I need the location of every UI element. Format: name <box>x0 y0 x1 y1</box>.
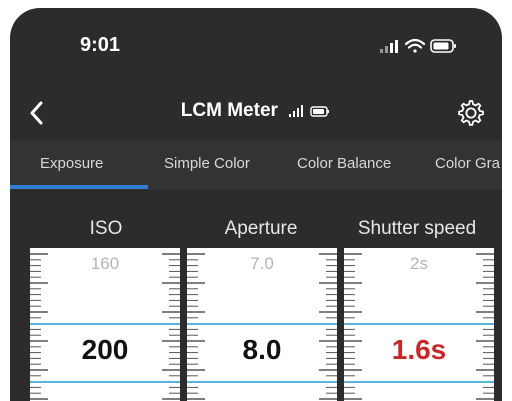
cellular-signal-icon <box>380 40 398 53</box>
selection-line-top <box>344 323 494 325</box>
shutter-speed-label: Shutter speed <box>357 218 477 239</box>
shutter-speed-value: 1.6s <box>391 334 447 365</box>
selection-line-bottom <box>30 381 180 383</box>
tab-simple-color[interactable]: Simple Color <box>164 155 250 172</box>
phone-screen: 9:01 LCM Meter Exposure Simple Color Col… <box>10 8 502 401</box>
battery-icon <box>310 106 330 117</box>
tab-color-grading[interactable]: Color Gra <box>435 155 500 172</box>
tab-color-balance[interactable]: Color Balance <box>297 155 391 172</box>
tab-exposure[interactable]: Exposure <box>40 155 103 172</box>
meter-panel: ISO Aperture Shutter speed 160 200 7.0 8… <box>10 191 502 401</box>
title-status-icons <box>289 105 330 117</box>
shutter-speed-prev-value: 2s <box>410 254 428 273</box>
navigation-bar: LCM Meter <box>10 88 502 140</box>
status-time: 9:01 <box>80 34 121 56</box>
iso-dial[interactable]: 160 200 <box>30 248 180 401</box>
nav-title-group: LCM Meter <box>10 100 502 122</box>
wifi-icon <box>404 38 426 53</box>
status-bar: 9:01 <box>10 8 502 88</box>
signal-bars-icon <box>289 105 304 117</box>
selection-line-top <box>30 323 180 325</box>
aperture-label: Aperture <box>224 218 298 239</box>
aperture-value: 8.0 <box>242 334 282 365</box>
selection-line-bottom <box>344 381 494 383</box>
gear-icon <box>458 100 484 126</box>
selection-line-bottom <box>187 381 337 383</box>
iso-value: 200 <box>81 334 129 365</box>
active-tab-indicator <box>10 185 148 189</box>
iso-label: ISO <box>89 218 123 239</box>
selection-line-top <box>187 323 337 325</box>
aperture-prev-value: 7.0 <box>250 254 274 273</box>
page-title: LCM Meter <box>180 100 278 121</box>
battery-icon <box>430 39 456 53</box>
settings-button[interactable] <box>454 96 488 130</box>
shutter-speed-dial[interactable]: 2s 1.6s <box>344 248 494 401</box>
tab-bar: Exposure Simple Color Color Balance Colo… <box>10 140 502 191</box>
status-icons <box>378 36 458 56</box>
iso-prev-value: 160 <box>90 254 120 273</box>
aperture-dial[interactable]: 7.0 8.0 <box>187 248 337 401</box>
